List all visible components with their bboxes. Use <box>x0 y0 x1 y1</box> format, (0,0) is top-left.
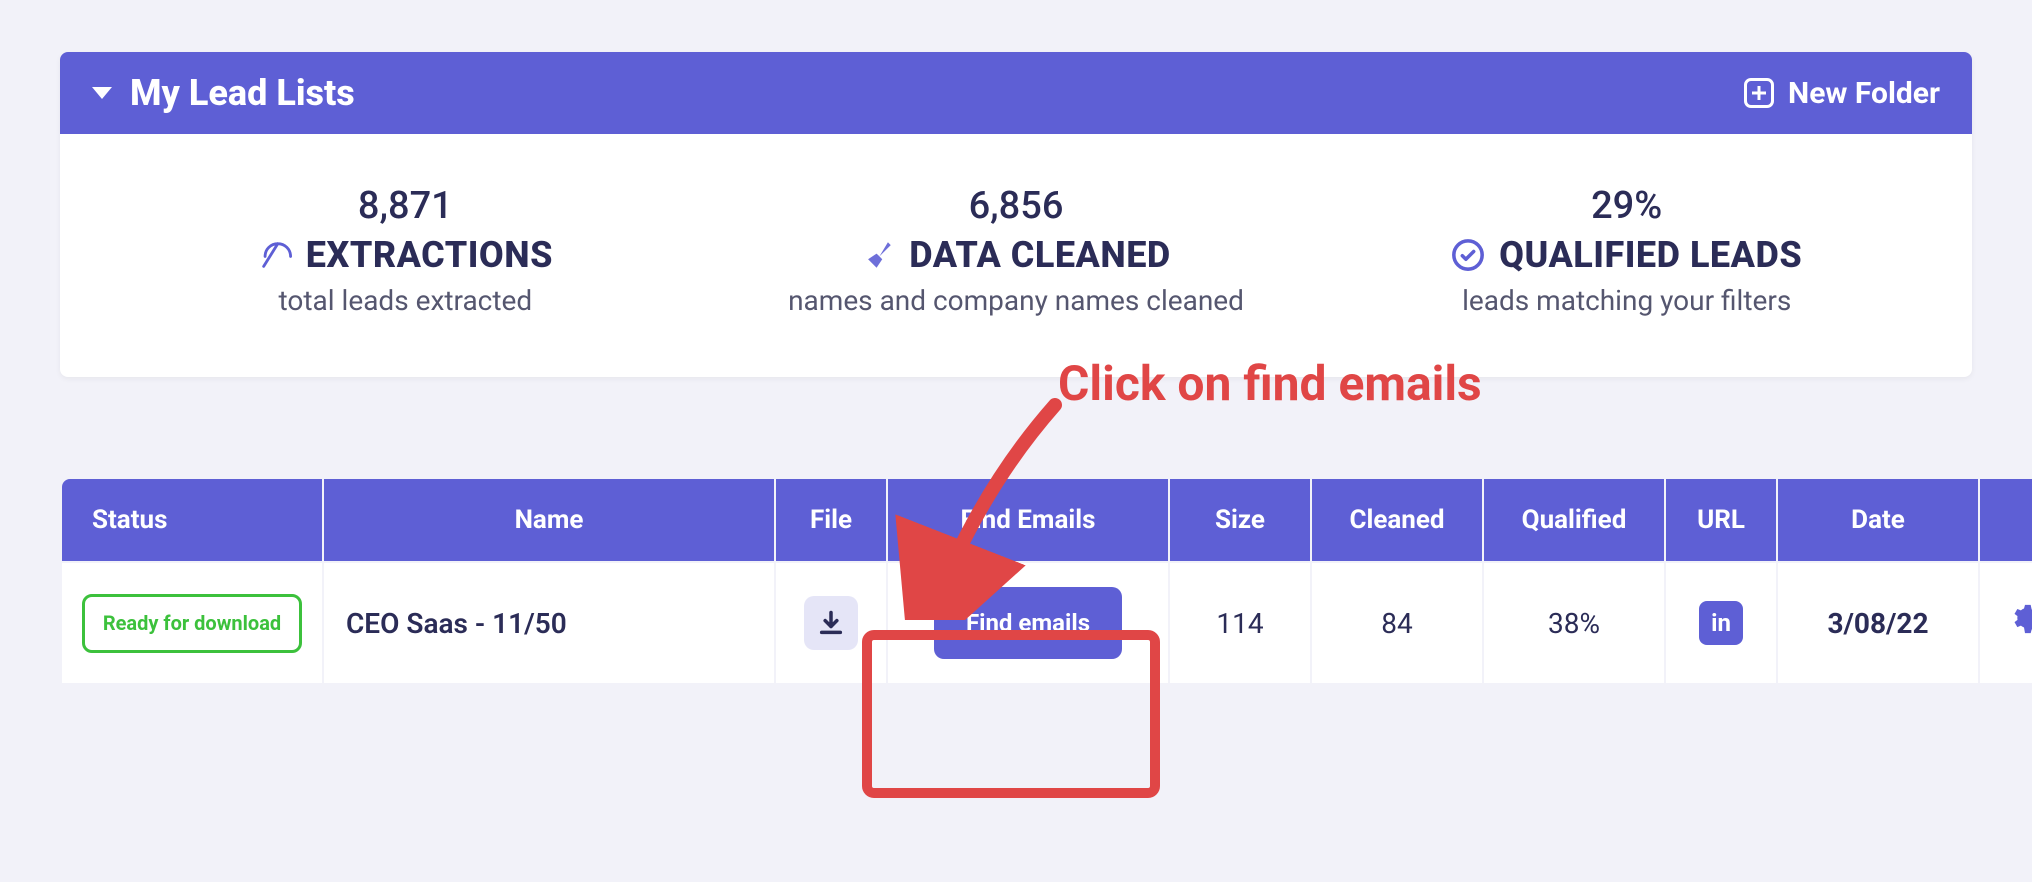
col-name[interactable]: Name <box>324 479 774 561</box>
col-size[interactable]: Size <box>1170 479 1310 561</box>
check-circle-icon <box>1451 238 1485 272</box>
leads-table: Status Name File Find Emails Size Cleane… <box>60 477 2032 685</box>
col-date[interactable]: Date <box>1778 479 1978 561</box>
stat-qualified-sub: leads matching your filters <box>1321 284 1932 317</box>
leads-table-wrap: Status Name File Find Emails Size Cleane… <box>60 477 1972 685</box>
row-qualified: 38% <box>1484 563 1664 683</box>
stats-row: 8,871 EXTRACTIONS total leads extracted … <box>60 134 1972 377</box>
row-cleaned: 84 <box>1312 563 1482 683</box>
stat-extractions-label: EXTRACTIONS <box>306 234 553 276</box>
table-row: Ready for download CEO Saas - 11/50 Find… <box>62 563 2032 683</box>
col-qualified[interactable]: Qualified <box>1484 479 1664 561</box>
download-file-button[interactable] <box>804 596 858 650</box>
panel-header: My Lead Lists New Folder <box>60 52 1972 134</box>
col-find-emails[interactable]: Find Emails <box>888 479 1168 561</box>
pickaxe-icon <box>258 238 292 272</box>
table-header-row: Status Name File Find Emails Size Cleane… <box>62 479 2032 561</box>
row-size: 114 <box>1170 563 1310 683</box>
new-folder-button[interactable]: New Folder <box>1744 76 1940 111</box>
annotation-text: Click on find emails <box>1058 355 1482 412</box>
panel-title: My Lead Lists <box>130 72 355 114</box>
stat-extractions: 8,871 EXTRACTIONS total leads extracted <box>100 184 711 317</box>
plus-square-icon <box>1744 78 1774 108</box>
chevron-down-icon <box>92 87 112 99</box>
status-badge[interactable]: Ready for download <box>82 594 302 653</box>
stat-cleaned-sub: names and company names cleaned <box>711 284 1322 317</box>
col-status[interactable]: Status <box>62 479 322 561</box>
col-actions <box>1980 479 2032 561</box>
find-emails-button[interactable]: Find emails <box>934 587 1122 659</box>
row-name[interactable]: CEO Saas - 11/50 <box>324 563 774 683</box>
col-cleaned[interactable]: Cleaned <box>1312 479 1482 561</box>
stat-extractions-sub: total leads extracted <box>100 284 711 317</box>
stat-cleaned-label: DATA CLEANED <box>909 234 1171 276</box>
broom-icon <box>861 238 895 272</box>
stat-qualified-value: 29% <box>1321 184 1932 228</box>
col-url[interactable]: URL <box>1666 479 1776 561</box>
linkedin-icon[interactable]: in <box>1699 601 1743 645</box>
lead-lists-panel: My Lead Lists New Folder 8,871 EXTRACTIO… <box>60 52 1972 377</box>
row-date: 3/08/22 <box>1778 563 1978 683</box>
new-folder-label: New Folder <box>1788 76 1940 111</box>
gear-icon[interactable] <box>2008 605 2032 645</box>
download-icon <box>817 609 845 637</box>
stat-qualified-label: QUALIFIED LEADS <box>1499 234 1802 276</box>
stat-cleaned-value: 6,856 <box>711 184 1322 228</box>
stat-cleaned: 6,856 DATA CLEANED names and company nam… <box>711 184 1322 317</box>
stat-qualified: 29% QUALIFIED LEADS leads matching your … <box>1321 184 1932 317</box>
stat-extractions-value: 8,871 <box>100 184 711 228</box>
panel-title-toggle[interactable]: My Lead Lists <box>92 72 355 114</box>
col-file[interactable]: File <box>776 479 886 561</box>
